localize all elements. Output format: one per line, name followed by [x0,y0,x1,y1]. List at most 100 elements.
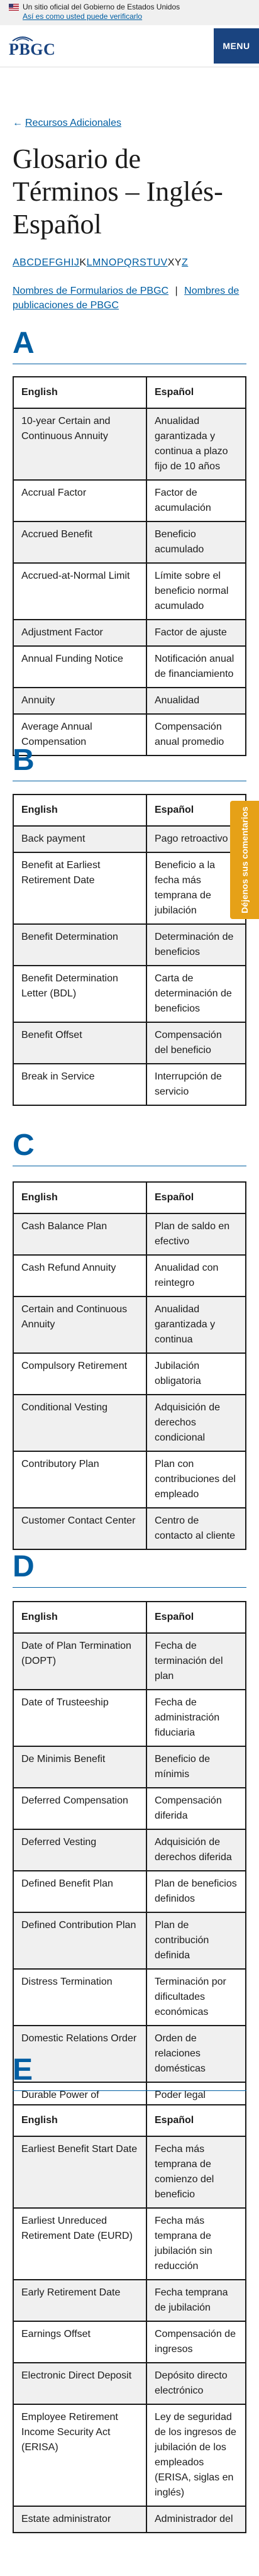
english-term: Benefit at Earliest Retirement Date [13,852,147,925]
menu-button[interactable]: MENU [214,28,259,64]
glossary-table-c: English Español Cash Balance Plan Plan de s… [13,1181,246,1550]
table-row: Earliest Benefit Start Date Fecha más tem… [13,2136,246,2209]
english-term: Customer Contact Center [13,1507,147,1550]
table-row: Deferred Compensation Compensación diferi… [13,1787,246,1830]
section-heading-e: E [13,2054,246,2091]
alphabet-letter-n[interactable]: N [101,257,109,268]
back-arrow-icon: ← [13,118,23,128]
alphabet-letter-e[interactable]: E [41,257,48,268]
spanish-term: Fecha de administración fiduciaria [146,1689,246,1747]
table-row: Accrued-at-Normal Limit Límite sobre el b… [13,562,246,620]
alphabet-letter-o[interactable]: O [109,257,117,268]
table-row: Cash Balance Plan Plan de saldo en efecti… [13,1213,246,1256]
english-term: 10-year Certain and Continuous Annuity [13,408,147,481]
forms-names-link[interactable]: Nombres de Formularios de PBGC [13,286,168,296]
spanish-term: Factor de ajuste [146,619,246,647]
spanish-term: Terminación por dificultades económicas [146,1968,246,2026]
spanish-term: Compensación de ingresos [146,2321,246,2363]
english-term: Employee Retirement Income Security Act … [13,2404,147,2507]
column-header-english: English [13,1601,147,1634]
table-row: Accrual Factor Factor de acumulación [13,479,246,522]
spanish-term: Factor de acumulación [146,479,246,522]
table-row: Electronic Direct Deposit Depósito direct… [13,2362,246,2405]
spanish-term: Plan de contribución definida [146,1912,246,1970]
column-header-spanish: Español [146,2104,246,2137]
page-title: Glosario de Términos – Inglés-Español [13,143,223,240]
alphabet-letter-m[interactable]: M [92,257,101,268]
alphabet-letter-b[interactable]: B [19,257,26,268]
table-row: Defined Contribution Plan Plan de contrib… [13,1912,246,1970]
links-separator: | [175,286,178,296]
table-header-row: English Español [13,1181,246,1214]
alphabet-letter-h[interactable]: H [63,257,71,268]
english-term: Estate administrator [13,2506,147,2533]
alphabet-letter-s[interactable]: S [140,257,146,268]
english-term: Benefit Offset [13,1022,147,1064]
alphabet-letter-a[interactable]: A [13,257,19,268]
alphabet-letter-z[interactable]: Z [182,257,188,268]
english-term: Conditional Vesting [13,1394,147,1452]
alphabet-letter-r[interactable]: R [132,257,140,268]
alphabet-letter-k: K [79,257,87,268]
alphabet-letter-q[interactable]: Q [124,257,132,268]
spanish-term: Jubilación obligatoria [146,1352,246,1395]
column-header-spanish: Español [146,1601,246,1634]
gov-banner-text: Un sitio oficial del Gobierno de Estados… [23,3,180,11]
english-term: Cash Refund Annuity [13,1254,147,1297]
spanish-term: Límite sobre el beneficio normal acumula… [146,562,246,620]
table-row: Benefit Determination Determinación de be… [13,923,246,966]
spanish-term: Anualidad garantizada y continua [146,1296,246,1354]
english-term: Accrual Factor [13,479,147,522]
how-to-verify-link[interactable]: Así es como usted puede verificarlo [23,12,142,21]
table-header-row: English Español [13,376,246,409]
back-link[interactable]: ← Recursos Adicionales [13,118,246,129]
table-row: Customer Contact Center Centro de contact… [13,1507,246,1550]
table-row: Benefit Offset Compensación del beneficio [13,1022,246,1064]
spanish-term: Fecha temprana de jubilación [146,2279,246,2322]
alphabet-letter-d[interactable]: D [34,257,41,268]
english-term: Benefit Determination Letter (BDL) [13,965,147,1023]
table-row: Compulsory Retirement Jubilación obligato… [13,1352,246,1395]
column-header-english: English [13,1181,147,1214]
english-term: Defined Contribution Plan [13,1912,147,1970]
table-row: Employee Retirement Income Security Act … [13,2404,246,2507]
spanish-term: Plan con contribuciones del empleado [146,1451,246,1508]
english-term: Back payment [13,825,147,853]
column-header-spanish: Español [146,1181,246,1214]
english-term: Earliest Benefit Start Date [13,2136,147,2209]
spanish-term: Interrupción de servicio [146,1063,246,1106]
table-row: Break in Service Interrupción de servicio [13,1063,246,1106]
table-header-row: English Español [13,2104,246,2137]
glossary-table-a: English Español 10-year Certain and Contin… [13,376,246,756]
alphabet-letter-f[interactable]: F [49,257,55,268]
table-row: Date of Plan Termination (DOPT) Fecha de … [13,1632,246,1690]
feedback-button[interactable]: Déjenos sus comentarios [230,801,259,919]
alphabet-letter-v[interactable]: V [161,257,168,268]
table-row: Cash Refund Annuity Anualidad con reinteg… [13,1254,246,1297]
table-row: Annuity Anualidad [13,687,246,715]
table-row: Benefit at Earliest Retirement Date Benef… [13,852,246,925]
table-row: Back payment Pago retroactivo [13,825,246,853]
spanish-term: Depósito directo electrónico [146,2362,246,2405]
pbgc-logo[interactable]: PBGC [9,35,55,58]
english-term: Accrued-at-Normal Limit [13,562,147,620]
table-row: Certain and Continuous Annuity Anualidad … [13,1296,246,1354]
table-row: Annual Funding Notice Notificación anual … [13,645,246,688]
site-header: PBGC MENU [0,25,259,67]
english-term: Accrued Benefit [13,521,147,564]
glossary-table-e: English Español Earliest Benefit Start Dat… [13,2104,246,2533]
table-row: Estate administrator Administrador del [13,2506,246,2533]
section-heading-c: C [13,1129,246,1166]
alphabet-letter-t[interactable]: T [146,257,153,268]
alphabet-letter-u[interactable]: U [153,257,160,268]
table-row: Deferred Vesting Adquisición de derechos … [13,1829,246,1871]
table-row: Benefit Determination Letter (BDL) Carta … [13,965,246,1023]
alphabet-letter-c[interactable]: C [26,257,34,268]
alphabet-letter-p[interactable]: P [117,257,124,268]
alphabet-letter-g[interactable]: G [55,257,63,268]
table-row: Early Retirement Date Fecha temprana de j… [13,2279,246,2322]
english-term: Defined Benefit Plan [13,1870,147,1913]
spanish-term: Beneficio de mínimis [146,1746,246,1788]
glossary-table-d: English Español Date of Plan Termination (… [13,1601,246,2124]
alphabet-letter-l[interactable]: L [87,257,92,268]
